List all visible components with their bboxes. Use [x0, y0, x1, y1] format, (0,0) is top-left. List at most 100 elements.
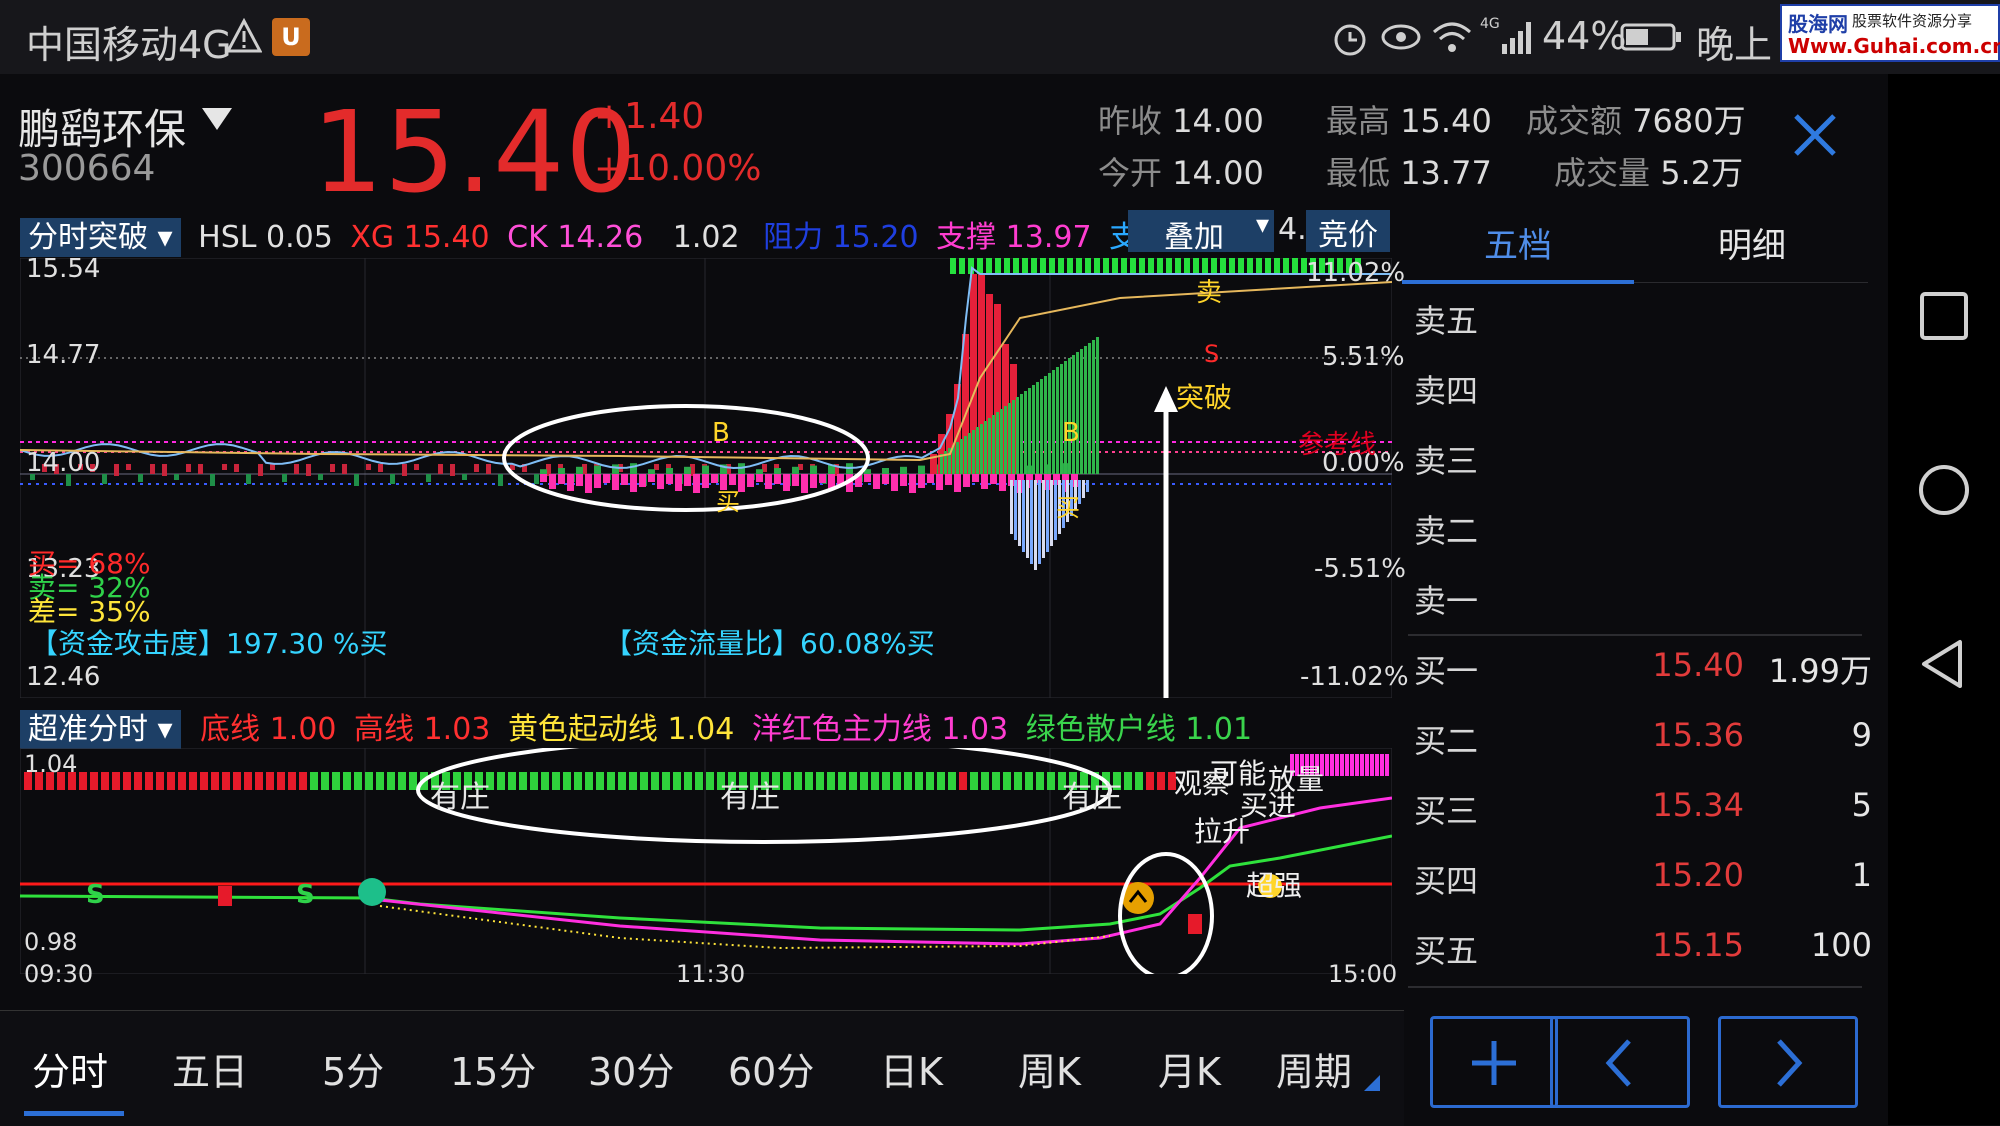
zhuang-band-bar	[321, 772, 329, 790]
limit-up-bar	[1238, 258, 1244, 274]
early-volume-bar	[378, 464, 383, 472]
prev-stock-button[interactable]	[1550, 1016, 1690, 1108]
limit-up-bar	[1121, 258, 1127, 274]
mid-volume-bar-magenta	[693, 474, 700, 493]
tab-daily[interactable]: 日K	[880, 1041, 943, 1096]
overlay-dropdown[interactable]: 叠加 ▾	[1128, 210, 1274, 255]
tab-intraday[interactable]: 分时	[32, 1041, 108, 1096]
orderbook-tabs: 五档 明细	[1402, 218, 1868, 284]
mid-volume-bar-magenta	[630, 474, 637, 492]
breakout-volume-bar-green	[960, 439, 963, 474]
limit-up-bar	[959, 258, 965, 274]
y-label-15.54: 15.54	[26, 254, 101, 284]
indicator-dropdown-1[interactable]: 分时突破 ▾	[20, 218, 181, 257]
breakout-volume-bar-green	[1000, 409, 1003, 474]
zhuang-band-bar	[79, 772, 87, 790]
tab-60min[interactable]: 60分	[728, 1041, 814, 1096]
mid-volume-bar-magenta	[963, 474, 970, 487]
period-tab-bar: 分时 五日 5分 15分 30分 60分 日K 周K 月K 周期	[0, 1010, 1404, 1126]
breakout-tag: 突破	[1176, 381, 1233, 414]
mid-volume-bar-magenta	[684, 474, 691, 486]
open-price: 今开 14.00	[1098, 154, 1264, 192]
negative-bar	[1022, 480, 1025, 552]
zhuang-band-bar	[937, 772, 945, 790]
close-icon[interactable]	[1790, 110, 1840, 160]
zhuang-band-bar	[860, 772, 868, 790]
limit-up-bar	[1157, 258, 1163, 274]
early-volume-bar	[270, 464, 275, 470]
early-volume-bar	[366, 464, 371, 470]
period-dropdown-icon[interactable]	[1364, 1075, 1380, 1091]
zhuang-band-bar	[794, 772, 802, 790]
mid-volume-bar-magenta	[819, 474, 826, 483]
limit-up-bar	[986, 258, 992, 274]
zhuang-band-bar	[222, 772, 230, 790]
zhuang-band-bar	[706, 772, 714, 790]
breakout-volume-bar-green	[1036, 382, 1039, 474]
tab-period[interactable]: 周期	[1276, 1041, 1352, 1096]
tab-five-day[interactable]: 五日	[172, 1041, 248, 1096]
p2-y-top: 1.04	[24, 750, 78, 778]
zhuang-band-bar	[915, 772, 923, 790]
breakout-volume-bar-green	[996, 412, 999, 474]
mid-volume-bar-magenta	[990, 474, 997, 484]
limit-up-bar	[950, 258, 956, 274]
mid-volume-bar-magenta	[576, 474, 583, 486]
mid-volume-bar-green	[918, 465, 925, 474]
s-mark-1: S	[86, 880, 105, 910]
zhuang-label-2: 有庄	[720, 780, 780, 815]
y-right-top: 11.02%	[1306, 258, 1406, 288]
add-button[interactable]	[1430, 1016, 1558, 1108]
home-icon[interactable]	[1916, 462, 1972, 518]
zhuang-band-bar	[1146, 772, 1154, 790]
breakout-volume-bar-green	[1068, 358, 1071, 474]
tab-30min[interactable]: 30分	[588, 1041, 674, 1096]
zhuang-band-bar	[541, 772, 549, 790]
limit-up-bar	[1112, 258, 1118, 274]
mid-volume-bar-magenta	[558, 474, 565, 484]
breakout-volume-bar-green	[1048, 373, 1051, 474]
stock-dropdown-icon[interactable]	[200, 104, 234, 132]
tab-5min[interactable]: 5分	[322, 1041, 384, 1096]
next-stock-button[interactable]	[1718, 1016, 1858, 1108]
breakout-volume-bar-green	[1008, 403, 1011, 474]
tab-monthly[interactable]: 月K	[1158, 1041, 1221, 1096]
limit-up-bar	[1022, 258, 1028, 274]
breakout-volume-bar-green	[968, 433, 971, 474]
negative-bar	[1014, 480, 1017, 540]
early-volume-bar	[462, 474, 467, 480]
limit-up-bar	[1067, 258, 1073, 274]
limit-up-bar	[1058, 258, 1064, 274]
recent-apps-icon[interactable]	[1916, 288, 1972, 344]
tab-detail[interactable]: 明细	[1636, 218, 1868, 280]
sell-level-5: 卖五	[1414, 302, 1479, 340]
mid-volume-bar-green	[900, 466, 907, 474]
tab-weekly[interactable]: 周K	[1018, 1041, 1081, 1096]
carrier-label: 中国移动4G	[26, 23, 232, 67]
tab-five-levels[interactable]: 五档	[1402, 218, 1634, 284]
low-price: 最低 13.77	[1326, 154, 1492, 192]
indicator-dropdown-2[interactable]: 超准分时 ▾	[20, 710, 181, 749]
tab-15min[interactable]: 15分	[450, 1041, 536, 1096]
breakout-volume-bar-green	[988, 418, 991, 474]
magenta-volume-bar	[1325, 754, 1329, 776]
back-icon[interactable]	[1916, 636, 1972, 692]
zhuang-band-bar	[134, 772, 142, 790]
mid-volume-bar-magenta	[792, 474, 799, 486]
limit-up-bar	[1247, 258, 1253, 274]
zhuang-band-bar	[112, 772, 120, 790]
teal-marker-icon	[358, 878, 386, 906]
zhuang-band-bar	[948, 772, 956, 790]
zhuang-band-bar	[585, 772, 593, 790]
high-price: 最高 15.40	[1326, 102, 1492, 140]
signal-4g-icon: 4G	[1480, 16, 1531, 54]
auction-button[interactable]: 竞价	[1306, 210, 1390, 253]
limit-up-bar	[1292, 258, 1298, 274]
buy-level-3: 买三 15.34 5	[1414, 786, 1872, 830]
breakout-volume-bar-green	[1004, 406, 1007, 474]
warning-icon	[226, 18, 262, 53]
breakout-volume-bar-green	[1084, 346, 1087, 474]
arrow-head	[1154, 386, 1178, 412]
breakout-volume-bar-green	[1040, 379, 1043, 474]
early-volume-bar	[258, 464, 263, 476]
